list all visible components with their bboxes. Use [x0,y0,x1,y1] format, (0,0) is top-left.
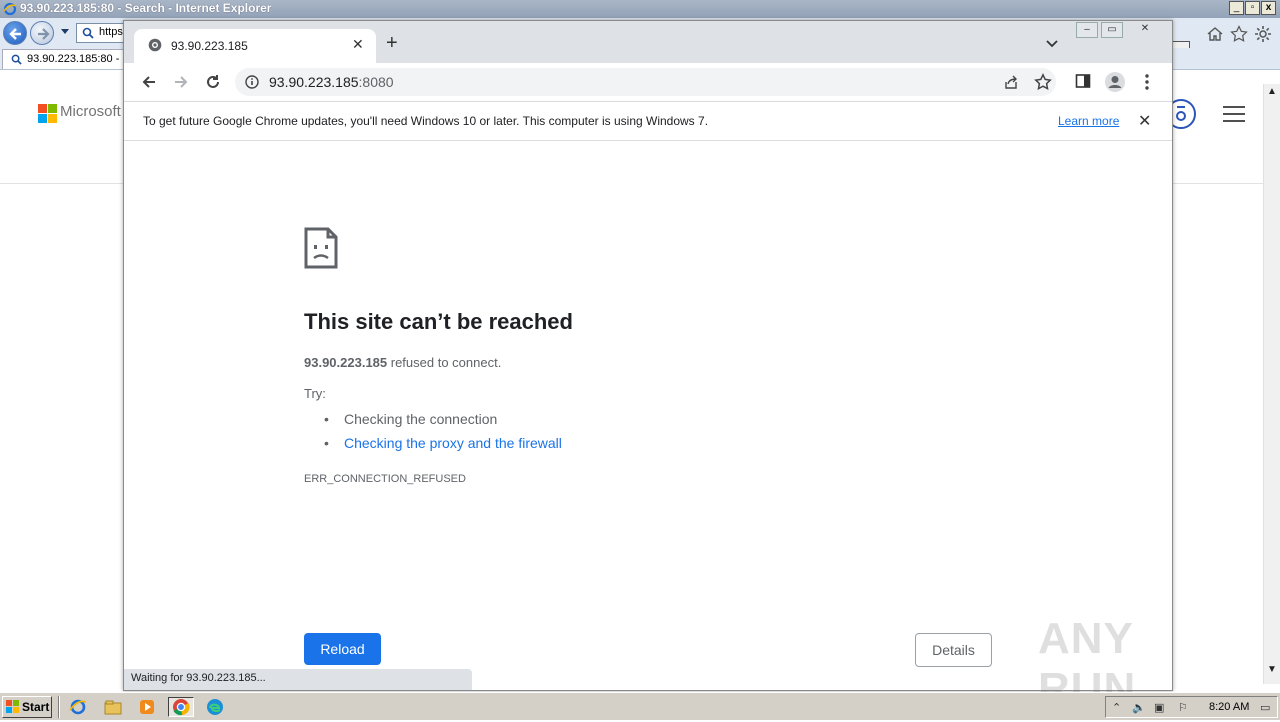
ie-back-button[interactable] [3,21,27,45]
omnibox-port: :8080 [358,74,394,90]
start-button[interactable]: Start [2,696,52,718]
ie-taskbar-icon[interactable] [68,697,88,717]
info-icon[interactable] [245,75,259,89]
ie-logo-icon [3,2,17,16]
ie-title-text: 93.90.223.185:80 - Search - Internet Exp… [20,1,272,15]
globe-icon [148,38,162,52]
update-infobar: To get future Google Chrome updates, you… [124,101,1172,141]
search-icon [82,27,94,39]
ie-scrollbar[interactable]: ▲ ▼ [1263,84,1280,684]
tray-expand-icon[interactable]: ⌃ [1112,701,1121,714]
chrome-close-button[interactable]: ✕ [1134,22,1156,38]
arrow-left-icon [9,28,21,40]
menu-icon[interactable] [1223,106,1245,127]
ie-minimize-button[interactable]: _ [1229,1,1244,15]
suggestion-list: Checking the connection Checking the pro… [324,409,562,457]
edge-taskbar-icon[interactable] [205,697,225,717]
ie-forward-button[interactable] [30,21,54,45]
learn-more-link[interactable]: Learn more [1058,114,1119,128]
infobar-message: To get future Google Chrome updates, you… [143,114,709,128]
action-center-flag-icon[interactable]: ⚐ [1178,701,1188,714]
error-host: 93.90.223.185 [304,355,388,370]
chrome-restore-button[interactable]: ▭ [1101,22,1123,38]
ie-history-dropdown-icon[interactable] [60,28,70,36]
suggestion-check-connection: Checking the connection [324,409,562,433]
explorer-taskbar-icon[interactable] [103,697,123,717]
gear-icon[interactable] [1254,25,1272,43]
ie-address-bar[interactable]: https: [76,23,128,43]
ie-close-button[interactable]: x [1261,1,1276,15]
share-icon[interactable] [1003,74,1019,90]
taskbar: Start ⌃ 🔈 ▣ ⚐ 8:20 AM ▭ [0,692,1280,720]
arrow-right-icon [38,28,50,40]
home-icon[interactable] [1206,25,1224,43]
network-icon[interactable]: ▣ [1154,701,1164,714]
chrome-tab[interactable]: 93.90.223.185 ✕ [134,29,376,63]
ie-address-text: https: [99,26,126,38]
chrome-minimize-button[interactable]: – [1076,22,1098,38]
search-icon [11,54,22,65]
status-bar: Waiting for 93.90.223.185... [124,669,472,690]
divider [0,183,124,184]
clock[interactable]: 8:20 AM [1209,701,1249,713]
chrome-tabstrip: 93.90.223.185 ✕ + – ▭ ✕ [124,21,1172,63]
details-button[interactable]: Details [915,633,992,667]
suggestion-check-proxy-firewall-link[interactable]: Checking the proxy and the firewall [324,433,562,457]
more-menu-icon[interactable] [1142,73,1152,91]
error-code: ERR_CONNECTION_REFUSED [304,473,466,485]
error-description-text: refused to connect. [387,355,502,370]
ie-tab[interactable]: 93.90.223.185:80 - [2,49,124,69]
volume-icon[interactable]: 🔈 [1132,701,1146,714]
microsoft-logo-icon [38,104,57,123]
omnibox-url: 93.90.223.185:8080 [269,74,394,90]
infobar-close-icon[interactable]: ✕ [1138,111,1151,131]
profile-avatar-icon[interactable] [1104,71,1126,93]
omnibox-host: 93.90.223.185 [269,74,359,90]
ie-restore-button[interactable]: ▫ [1245,1,1260,15]
chrome-toolbar: 93.90.223.185:8080 [124,63,1172,101]
reload-button[interactable]: Reload [304,633,381,665]
chrome-window: 93.90.223.185 ✕ + – ▭ ✕ 93.90.223.185:80… [123,20,1173,691]
show-desktop-icon[interactable]: ▭ [1260,701,1270,714]
media-player-taskbar-icon[interactable] [137,697,157,717]
system-tray: ⌃ 🔈 ▣ ⚐ 8:20 AM ▭ [1105,696,1278,718]
error-page: This site can’t be reached 93.90.223.185… [124,141,1172,690]
ie-tab-label: 93.90.223.185:80 - [27,53,120,65]
scroll-down-icon[interactable]: ▼ [1267,664,1277,675]
microsoft-brand-text: Microsoft [60,103,121,120]
favorites-star-icon[interactable] [1230,25,1248,43]
windows-flag-icon [6,700,19,713]
start-label: Start [22,700,50,714]
try-label: Try: [304,386,326,401]
omnibox[interactable]: 93.90.223.185:8080 [235,68,1056,96]
sad-page-icon [304,227,338,269]
bookmark-star-icon[interactable] [1034,73,1052,91]
side-panel-icon[interactable] [1075,73,1091,89]
divider [1172,183,1264,184]
tab-close-icon[interactable]: ✕ [352,36,364,53]
ie-titlebar: 93.90.223.185:80 - Search - Internet Exp… [0,0,1280,18]
reload-icon[interactable] [204,73,222,91]
chrome-window-controls: – ▭ ✕ [1076,22,1170,39]
chevron-down-icon[interactable] [1045,39,1059,49]
error-title: This site can’t be reached [304,309,573,334]
anyrun-watermark: ANY RUN [1038,606,1238,713]
chrome-taskbar-icon[interactable] [168,697,194,717]
error-description: 93.90.223.185 refused to connect. [304,355,501,370]
chrome-tab-title: 93.90.223.185 [171,39,248,53]
divider [58,696,60,718]
new-tab-button[interactable]: + [386,33,398,53]
scroll-up-icon[interactable]: ▲ [1267,86,1277,97]
back-arrow-icon[interactable] [140,73,158,91]
forward-arrow-icon[interactable] [172,73,190,91]
